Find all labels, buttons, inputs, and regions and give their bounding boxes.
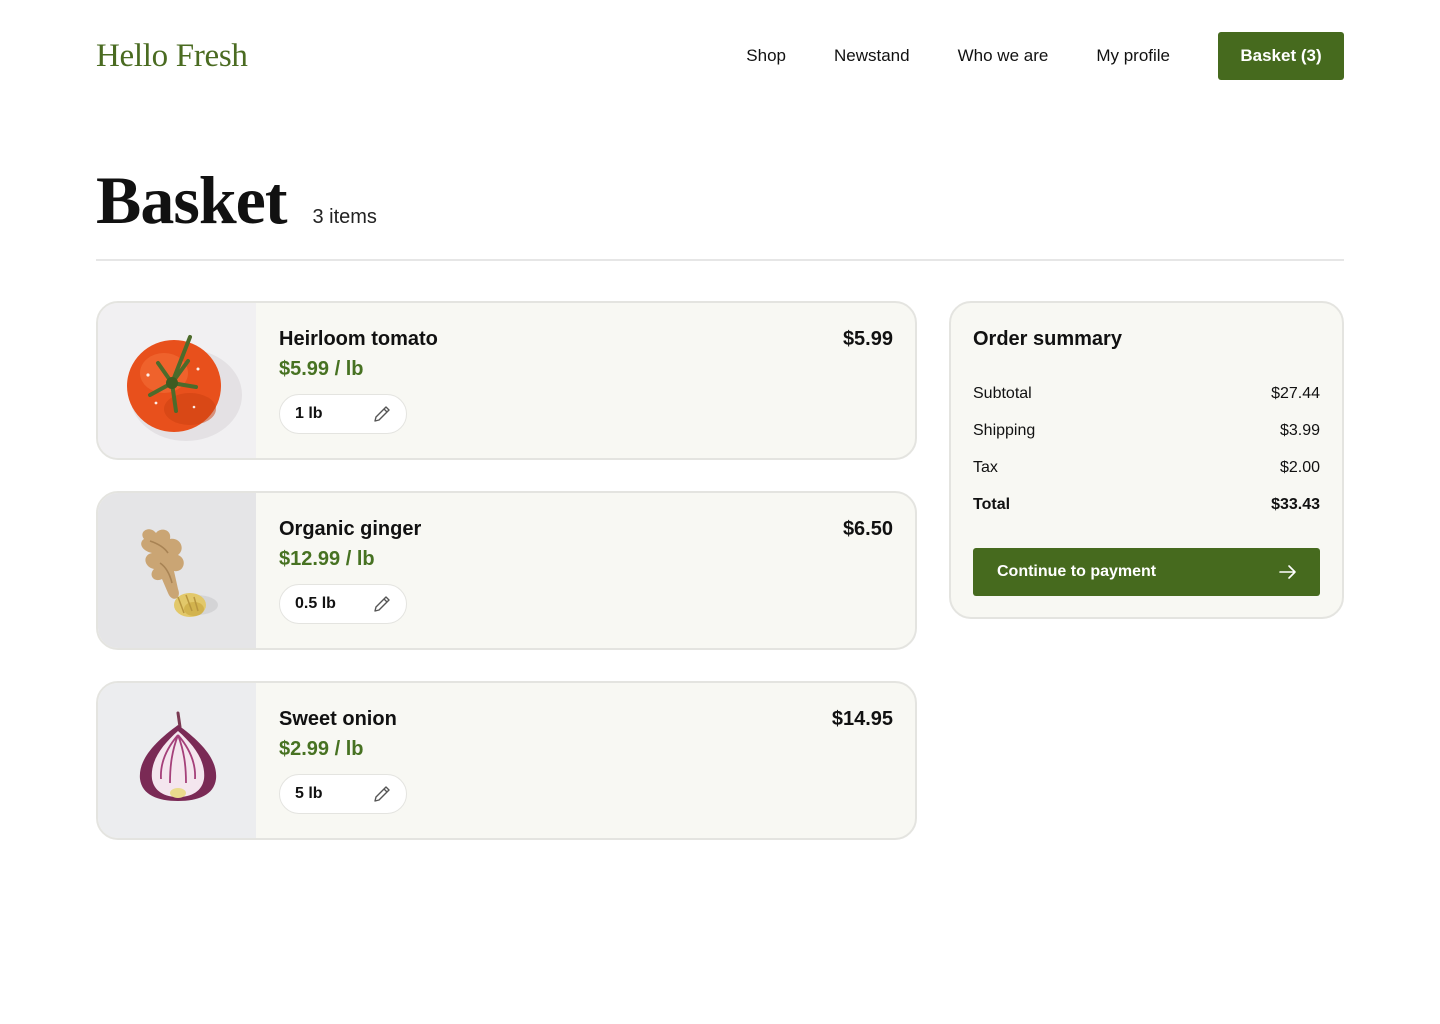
pencil-icon[interactable]	[372, 784, 392, 804]
total-row: Total $33.43	[973, 486, 1320, 523]
quantity-value: 1 lb	[295, 405, 323, 422]
item-total: $6.50	[842, 518, 893, 540]
pencil-icon[interactable]	[372, 404, 392, 424]
subtotal-row: Subtotal $27.44	[973, 375, 1320, 412]
item-count: 3 items	[312, 206, 377, 228]
pencil-icon[interactable]	[372, 594, 392, 614]
quantity-value: 0.5 lb	[295, 595, 336, 612]
total-value: $33.43	[1271, 495, 1320, 513]
item-unit-price: $2.99 / lb	[279, 738, 364, 760]
page-title-row: Basket 3 items	[96, 160, 377, 240]
top-header: Hello Fresh Shop Newstand Who we are My …	[96, 32, 1344, 80]
item-unit-price: $5.99 / lb	[279, 358, 364, 380]
item-name: Heirloom tomato	[279, 328, 438, 350]
tomato-image	[98, 303, 256, 458]
nav-who-we-are[interactable]: Who we are	[958, 46, 1049, 66]
tax-value: $2.00	[1279, 458, 1320, 476]
item-details: Heirloom tomato $5.99 / lb 1 lb $5.99	[256, 303, 915, 458]
tax-row: Tax $2.00	[973, 449, 1320, 486]
nav-shop[interactable]: Shop	[746, 46, 786, 66]
total-label: Total	[973, 495, 1011, 513]
quantity-field[interactable]: 1 lb	[279, 394, 407, 434]
page-title: Basket	[96, 162, 287, 238]
quantity-value: 5 lb	[295, 785, 323, 802]
continue-to-payment-button[interactable]: Continue to payment	[973, 548, 1320, 596]
summary-title: Order summary	[973, 328, 1122, 350]
subtotal-value: $27.44	[1271, 384, 1320, 402]
shipping-row: Shipping $3.99	[973, 412, 1320, 449]
arrow-right-icon	[1279, 565, 1296, 579]
item-total: $14.95	[831, 708, 893, 730]
shipping-label: Shipping	[973, 421, 1036, 439]
tax-label: Tax	[973, 458, 998, 476]
item-total: $5.99	[842, 328, 893, 350]
main-nav: Shop Newstand Who we are My profile Bask…	[746, 32, 1344, 80]
ginger-illustration	[141, 529, 218, 617]
quantity-field[interactable]: 5 lb	[279, 774, 407, 814]
brand-logo[interactable]: Hello Fresh	[96, 38, 248, 75]
onion-image	[98, 683, 256, 838]
item-unit-price: $12.99 / lb	[279, 548, 375, 570]
basket-item: Heirloom tomato $5.99 / lb 1 lb $5.99	[96, 301, 917, 460]
basket-button[interactable]: Basket (3)	[1218, 32, 1344, 80]
onion-illustration	[139, 711, 217, 801]
shipping-value: $3.99	[1279, 421, 1320, 439]
summary-rows: Subtotal $27.44 Shipping $3.99 Tax $2.00…	[973, 375, 1320, 523]
quantity-field[interactable]: 0.5 lb	[279, 584, 407, 624]
tomato-illustration	[127, 335, 242, 441]
ginger-image	[98, 493, 256, 648]
subtotal-label: Subtotal	[973, 384, 1032, 402]
order-summary: Order summary Subtotal $27.44 Shipping $…	[949, 301, 1344, 619]
item-details: Sweet onion $2.99 / lb 5 lb $14.95	[256, 683, 915, 838]
item-name: Organic ginger	[279, 518, 422, 540]
nav-my-profile[interactable]: My profile	[1096, 46, 1170, 66]
nav-newstand[interactable]: Newstand	[834, 46, 910, 66]
title-divider	[96, 259, 1344, 261]
item-name: Sweet onion	[279, 708, 397, 730]
item-details: Organic ginger $12.99 / lb 0.5 lb $6.50	[256, 493, 915, 648]
pay-button-label: Continue to payment	[997, 563, 1157, 580]
basket-item: Organic ginger $12.99 / lb 0.5 lb $6.50	[96, 491, 917, 650]
basket-item: Sweet onion $2.99 / lb 5 lb $14.95	[96, 681, 917, 840]
